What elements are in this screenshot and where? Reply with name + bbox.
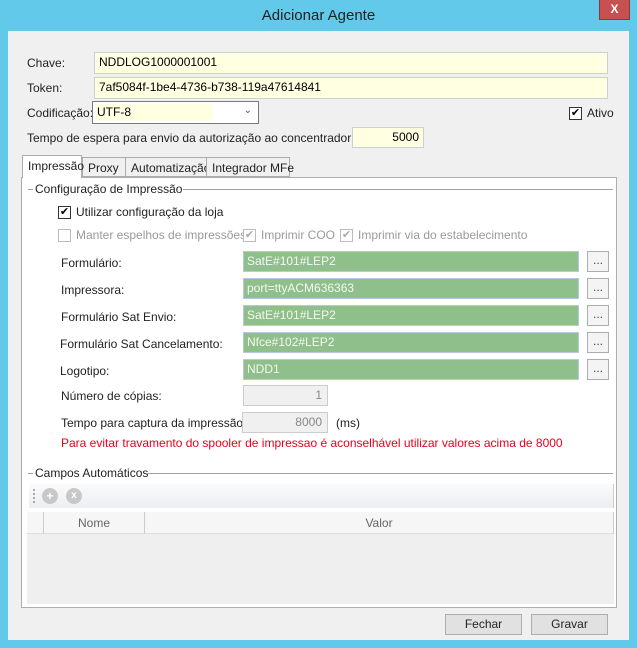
logotipo-browse-button[interactable]: ... <box>587 359 609 380</box>
tab-impressao[interactable]: Impressão <box>22 155 84 178</box>
chave-input[interactable]: NDDLOG1000001001 <box>94 52 608 74</box>
codificacao-label: Codificação: <box>27 106 94 120</box>
close-button[interactable]: X <box>599 0 630 20</box>
utilizar-label: Utilizar configuração da loja <box>76 205 224 219</box>
copias-label: Número de cópias: <box>61 389 162 403</box>
campos-toolbar: + x <box>29 484 614 508</box>
sat-cancelamento-label: Formulário Sat Cancelamento: <box>60 337 223 351</box>
formulario-browse-button[interactable]: ... <box>587 251 609 272</box>
tab-automatizacao[interactable]: Automatização <box>125 157 210 177</box>
manter-label: Manter espelhos de impressões <box>76 228 247 242</box>
coo-label: Imprimir COO <box>261 228 335 242</box>
campos-title: Campos Automáticos <box>35 466 149 480</box>
formulario-input[interactable]: SatE#101#LEP2 <box>243 251 579 272</box>
column-header-nome[interactable]: Nome <box>44 512 145 534</box>
add-icon[interactable]: + <box>42 488 58 504</box>
tempo-input[interactable]: 5000 <box>352 127 424 148</box>
via-label: Imprimir via do estabelecimento <box>358 228 528 242</box>
logotipo-label: Logotipo: <box>60 364 110 378</box>
sat-cancelamento-browse-button[interactable]: ... <box>587 332 609 353</box>
ativo-checkbox[interactable]: ✔ <box>569 107 582 120</box>
sat-envio-browse-button[interactable]: ... <box>587 305 609 326</box>
coo-checkbox[interactable]: ✔ <box>243 229 256 242</box>
fechar-button[interactable]: Fechar <box>445 614 522 635</box>
remove-icon[interactable]: x <box>66 488 82 504</box>
captura-unit: (ms) <box>336 416 360 430</box>
captura-label: Tempo para captura da impressão: <box>61 416 247 430</box>
chave-label: Chave: <box>27 56 66 70</box>
sat-envio-label: Formulário Sat Envio: <box>61 310 177 324</box>
tempo-label: Tempo de espera para envio da autorizaçã… <box>27 131 382 145</box>
impressora-browse-button[interactable]: ... <box>587 278 609 299</box>
group-line <box>146 473 613 474</box>
impressora-input[interactable]: port=ttyACM636363 <box>243 278 579 299</box>
sat-cancelamento-input[interactable]: Nfce#102#LEP2 <box>243 332 579 353</box>
chevron-down-icon: ⌄ <box>243 105 252 116</box>
tab-integrador-mfe[interactable]: Integrador MFe <box>206 157 294 177</box>
formulario-label: Formulário: <box>61 256 122 270</box>
captura-input[interactable]: 8000 <box>242 412 328 433</box>
group-line <box>183 189 613 190</box>
via-checkbox[interactable]: ✔ <box>340 229 353 242</box>
toolbar-grip[interactable] <box>33 489 35 503</box>
spooler-warning: Para evitar travamento do spooler de imp… <box>61 436 563 450</box>
config-impressao-title: Configuração de Impressão <box>35 182 183 196</box>
ativo-label: Ativo <box>587 106 614 120</box>
codificacao-value: UTF-8 <box>95 104 213 121</box>
group-line <box>28 189 33 190</box>
codificacao-select[interactable]: UTF-8 ⌄ <box>92 101 259 124</box>
manter-checkbox[interactable] <box>58 229 71 242</box>
copias-input[interactable]: 1 <box>243 385 328 406</box>
token-label: Token: <box>27 81 63 95</box>
impressora-label: Impressora: <box>61 283 125 297</box>
column-header-valor[interactable]: Valor <box>145 512 614 534</box>
sat-envio-input[interactable]: SatE#101#LEP2 <box>243 305 579 326</box>
group-line <box>28 473 33 474</box>
row-header-corner <box>27 512 44 534</box>
window-title: Adicionar Agente <box>261 7 376 24</box>
gravar-button[interactable]: Gravar <box>531 614 608 635</box>
logotipo-input[interactable]: NDD1 <box>243 359 579 380</box>
campos-grid: Nome Valor <box>27 512 614 604</box>
token-input[interactable]: 7af5084f-1be4-4736-b738-119a47614841 <box>94 77 608 99</box>
utilizar-checkbox[interactable]: ✔ <box>58 206 71 219</box>
tab-proxy[interactable]: Proxy <box>82 157 126 177</box>
